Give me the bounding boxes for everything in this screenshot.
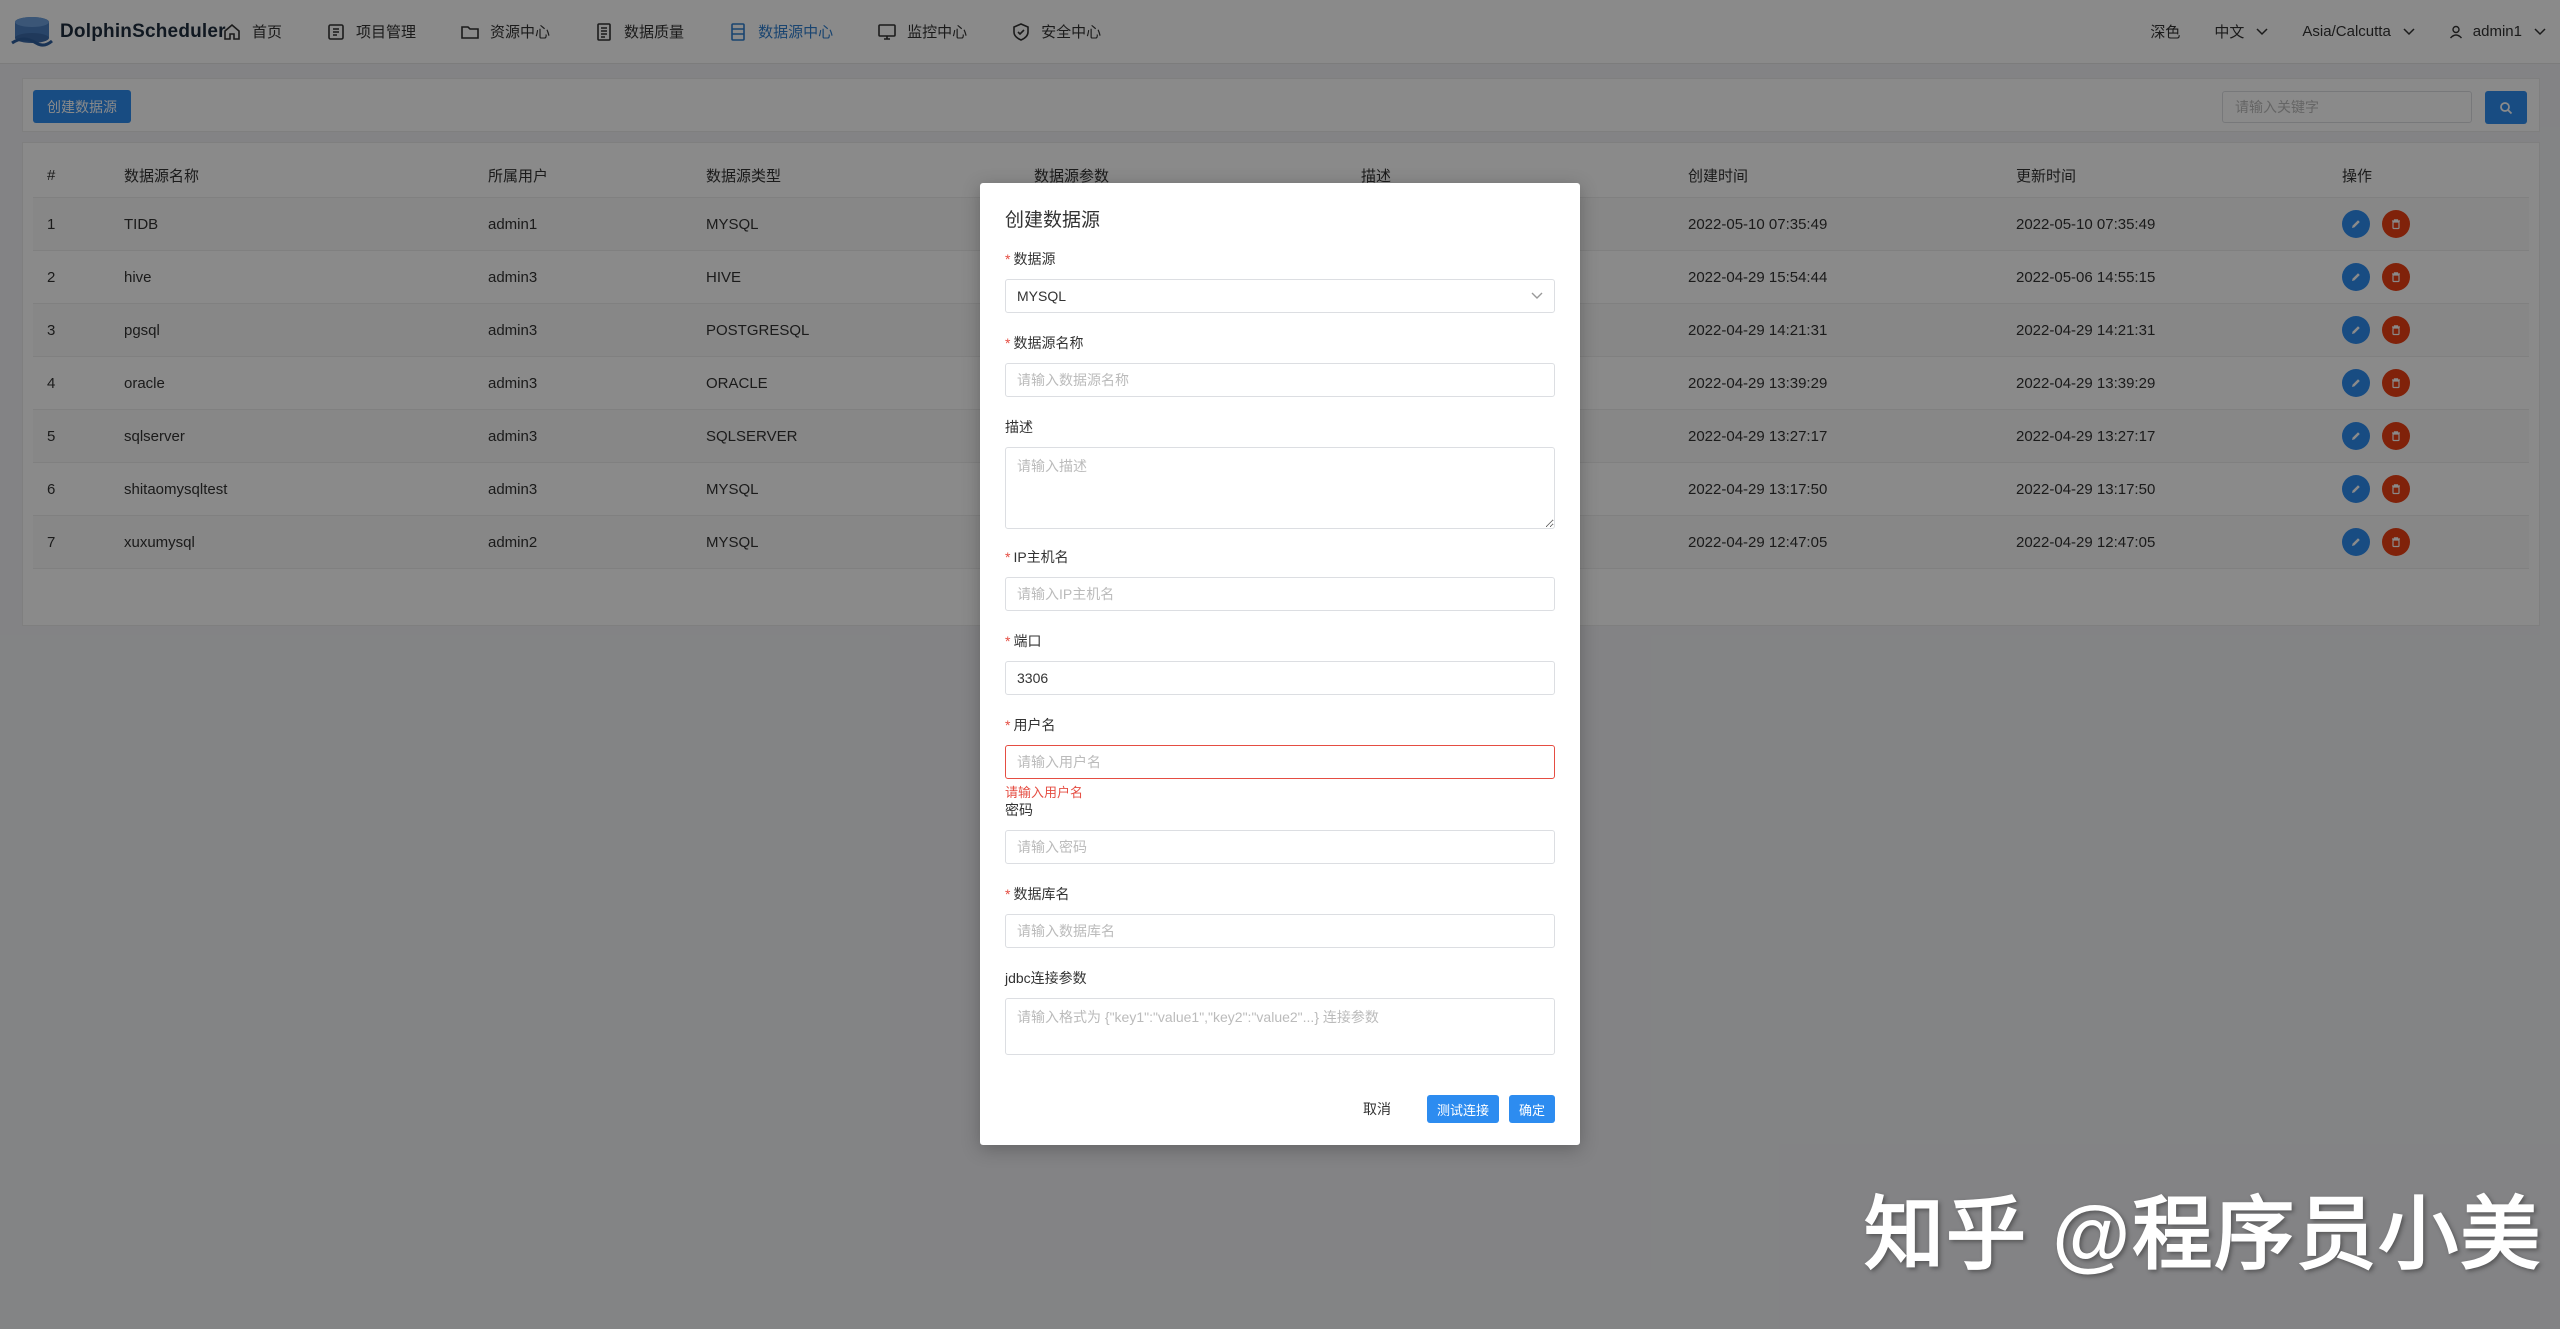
- description-textarea[interactable]: [1005, 447, 1555, 529]
- jdbc-label: jdbc连接参数: [1005, 970, 1087, 986]
- password-input[interactable]: [1005, 830, 1555, 864]
- cancel-button[interactable]: 取消: [1357, 1098, 1397, 1120]
- datasource-type-select[interactable]: MYSQL: [1005, 279, 1555, 313]
- dialog-footer: 取消 测试连接 确定: [1357, 1095, 1555, 1123]
- datasource-label: * 数据源: [1005, 249, 1555, 269]
- username-error: 请输入用户名: [1005, 785, 1084, 800]
- dialog-title: 创建数据源: [1005, 210, 1101, 231]
- watermark: 知乎 @程序员小美: [1864, 1190, 2543, 1279]
- jdbc-params-textarea[interactable]: [1005, 998, 1555, 1055]
- datasource-label-text: 数据源: [1013, 251, 1056, 267]
- required-mark: *: [1005, 549, 1011, 565]
- datasource-type-value: MYSQL: [1017, 288, 1067, 304]
- required-mark: *: [1005, 251, 1011, 267]
- field-host: * IP主机名: [1005, 547, 1555, 611]
- datasource-name-input[interactable]: [1005, 363, 1555, 397]
- field-username: * 用户名 请输入用户名: [1005, 715, 1555, 801]
- field-name: * 数据源名称: [1005, 333, 1555, 397]
- port-input[interactable]: [1005, 661, 1555, 695]
- host-label-text: IP主机名: [1013, 549, 1069, 565]
- port-label-text: 端口: [1013, 633, 1042, 649]
- field-jdbc-params: jdbc连接参数: [1005, 968, 1555, 1060]
- desc-label: 描述: [1005, 419, 1033, 435]
- required-mark: *: [1005, 335, 1011, 351]
- port-label: * 端口: [1005, 631, 1555, 651]
- field-database: * 数据库名: [1005, 884, 1555, 948]
- field-password: 密码: [1005, 800, 1555, 864]
- database-input[interactable]: [1005, 914, 1555, 948]
- name-label: * 数据源名称: [1005, 333, 1555, 353]
- database-label-text: 数据库名: [1013, 886, 1070, 902]
- username-label-text: 用户名: [1013, 717, 1056, 733]
- database-label: * 数据库名: [1005, 884, 1555, 904]
- host-input[interactable]: [1005, 577, 1555, 611]
- chevron-down-icon: [1531, 292, 1543, 299]
- test-connection-button[interactable]: 测试连接: [1426, 1095, 1499, 1123]
- required-mark: *: [1005, 633, 1011, 649]
- username-label: * 用户名: [1005, 715, 1555, 735]
- name-label-text: 数据源名称: [1013, 335, 1084, 351]
- host-label: * IP主机名: [1005, 547, 1555, 567]
- username-input[interactable]: [1005, 745, 1555, 779]
- required-mark: *: [1005, 717, 1011, 733]
- field-port: * 端口: [1005, 631, 1555, 695]
- password-label: 密码: [1005, 802, 1033, 818]
- confirm-button[interactable]: 确定: [1508, 1095, 1555, 1123]
- field-datasource: * 数据源 MYSQL: [1005, 249, 1555, 313]
- field-description: 描述: [1005, 417, 1555, 534]
- required-mark: *: [1005, 886, 1011, 902]
- create-datasource-dialog: 创建数据源 *数据源 MYSQL *数据源名称 描述 *IP主机名 *端口 *用…: [980, 183, 1580, 1145]
